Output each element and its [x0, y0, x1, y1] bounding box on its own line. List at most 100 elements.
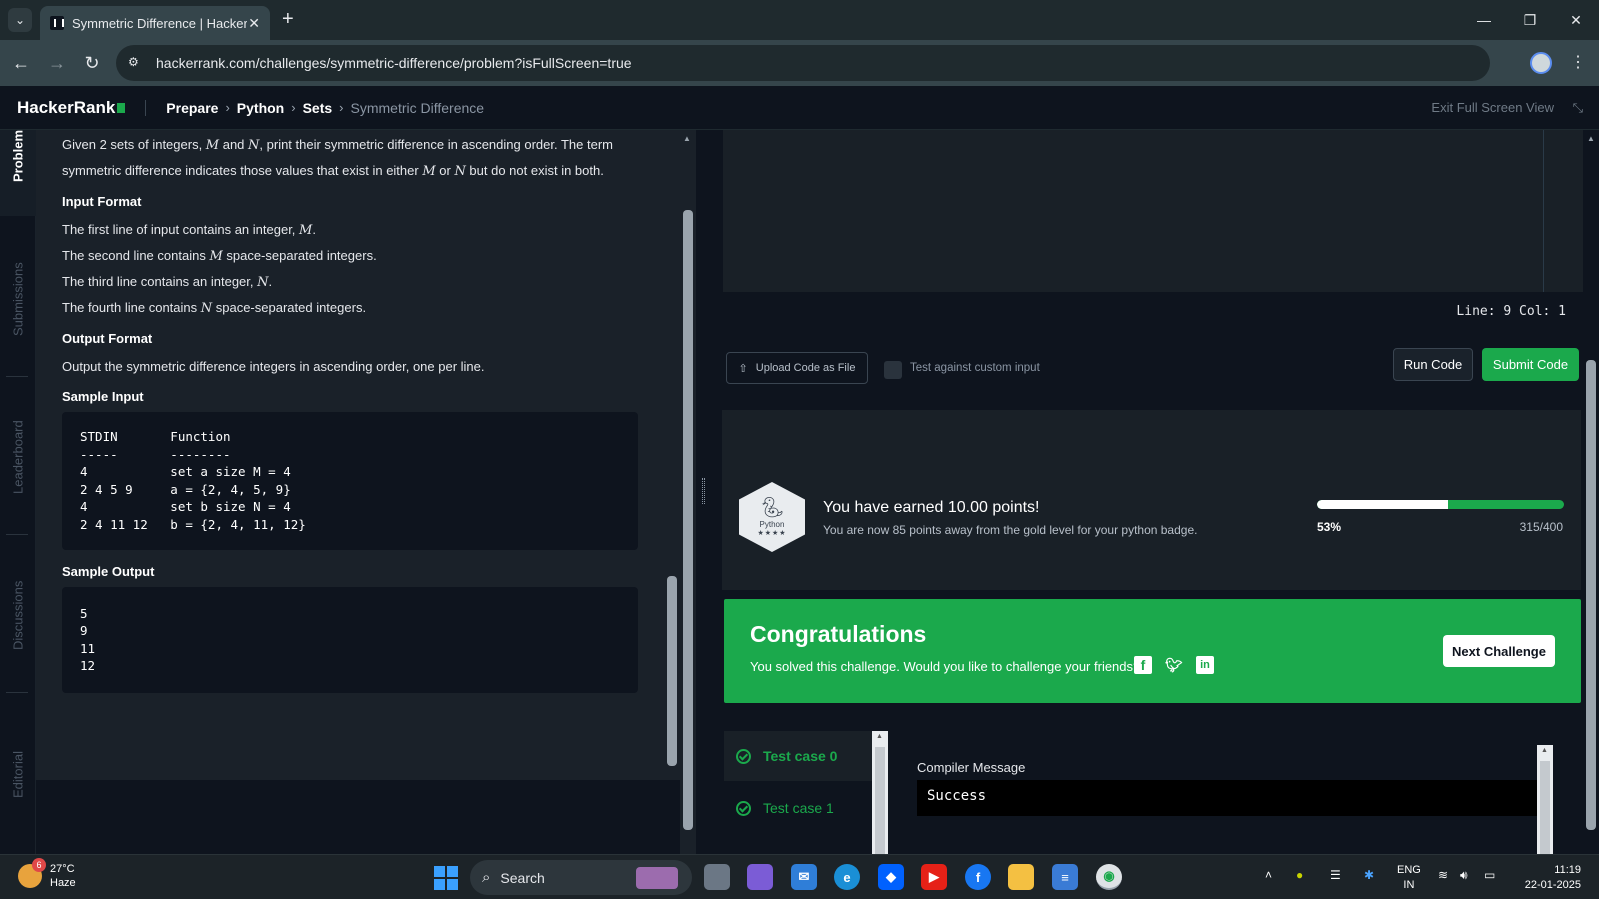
- breadcrumb-prepare[interactable]: Prepare: [166, 100, 218, 116]
- upload-icon: ⇧: [738, 362, 748, 375]
- header-divider: [145, 99, 147, 116]
- browser-menu-icon[interactable]: ⋮: [1570, 52, 1586, 72]
- scrollbar-thumb[interactable]: [875, 747, 885, 857]
- hackerrank-header: HackerRank Prepare › Python › Sets › Sym…: [0, 86, 1599, 130]
- vnav-submissions[interactable]: Submissions: [0, 240, 36, 358]
- scroll-down-icon[interactable]: ▼: [1587, 822, 1595, 831]
- volume-icon[interactable]: 🔊︎: [1460, 868, 1468, 883]
- check-circle-icon: [736, 800, 751, 816]
- scroll-down-icon[interactable]: ▼: [683, 822, 691, 831]
- windows-start-icon[interactable]: [434, 866, 458, 890]
- vnav-discussions[interactable]: Discussions: [0, 550, 36, 680]
- dropbox-icon[interactable]: ◆: [878, 864, 904, 890]
- task-view-icon[interactable]: [704, 864, 730, 890]
- input-format-heading: Input Format: [62, 194, 142, 209]
- custom-input-label[interactable]: Test against custom input: [910, 362, 1040, 374]
- back-button[interactable]: ←: [9, 51, 33, 75]
- code-editor[interactable]: [723, 130, 1585, 292]
- weather-widget[interactable]: 6 27°C Haze: [18, 858, 76, 890]
- exit-fullscreen-link[interactable]: Exit Full Screen View: [1431, 100, 1554, 115]
- submit-code-button[interactable]: Submit Code: [1482, 348, 1579, 381]
- minimize-button[interactable]: —: [1461, 0, 1507, 40]
- facebook-share-icon[interactable]: f: [1134, 656, 1152, 674]
- pane-splitter[interactable]: [697, 130, 709, 854]
- congratulations-banner: Congratulations You solved this challeng…: [724, 599, 1581, 703]
- output-scrollbar[interactable]: ▲: [1537, 745, 1553, 856]
- editor-status-bar: Line: 9 Col: 1: [722, 292, 1584, 328]
- test-case-tab[interactable]: Test case 1: [724, 783, 872, 833]
- browser-tab[interactable]: Symmetric Difference | HackerRank ✕: [40, 6, 270, 40]
- progress-fill: [1317, 500, 1448, 509]
- scroll-up-icon[interactable]: ▲: [1541, 747, 1548, 754]
- twitter-share-icon[interactable]: 🐦︎: [1165, 656, 1183, 674]
- breadcrumb-sets[interactable]: Sets: [303, 100, 333, 116]
- test-case-scrollbar[interactable]: ▲: [872, 731, 888, 857]
- tray-overflow-icon[interactable]: ˄: [1265, 868, 1272, 882]
- notification-badge: 6: [32, 858, 46, 872]
- run-code-button[interactable]: Run Code: [1393, 348, 1473, 381]
- scrollbar-thumb[interactable]: [683, 210, 693, 830]
- profile-avatar[interactable]: [1530, 52, 1552, 74]
- copilot-icon[interactable]: [747, 864, 773, 890]
- output-format-text: Output the symmetric difference integers…: [62, 359, 485, 374]
- vnav-problem[interactable]: Problem: [0, 130, 36, 216]
- scroll-up-icon[interactable]: ▲: [1587, 134, 1595, 143]
- vnav-editorial[interactable]: Editorial: [0, 720, 36, 830]
- site-info-icon[interactable]: ⚙: [128, 55, 144, 71]
- sample-output-heading: Sample Output: [62, 563, 155, 579]
- problem-scrollbar[interactable]: [664, 130, 680, 780]
- file-explorer-icon[interactable]: [1008, 864, 1034, 890]
- facebook-app-icon[interactable]: f: [965, 864, 991, 890]
- url-text[interactable]: hackerrank.com/challenges/symmetric-diff…: [156, 55, 632, 71]
- forward-button[interactable]: →: [45, 51, 69, 75]
- vnav-leaderboard[interactable]: Leaderboard: [0, 392, 36, 522]
- tray-media-icon[interactable]: ☰: [1330, 868, 1341, 882]
- taskbar-search[interactable]: ⌕ Search: [470, 860, 692, 895]
- chrome-icon[interactable]: ◉: [1096, 864, 1122, 890]
- close-tab-icon[interactable]: ✕: [248, 15, 260, 32]
- scrollbar-thumb[interactable]: [667, 576, 677, 766]
- wifi-icon[interactable]: ≋: [1438, 868, 1448, 882]
- compiler-message-output: Success: [917, 780, 1537, 816]
- reload-button[interactable]: ↻: [80, 51, 104, 75]
- left-pane-scrollbar[interactable]: ▲ ▼: [680, 130, 696, 854]
- scroll-up-icon[interactable]: ▲: [683, 134, 691, 143]
- test-case-tab[interactable]: Test case 0: [724, 731, 872, 781]
- close-window-button[interactable]: ✕: [1553, 0, 1599, 40]
- url-omnibox[interactable]: ⚙ hackerrank.com/challenges/symmetric-di…: [116, 45, 1599, 899]
- chevron-right-icon: ›: [225, 100, 230, 115]
- battery-icon[interactable]: ▭: [1484, 868, 1495, 882]
- vertical-nav: Problem Submissions Leaderboard Discussi…: [0, 130, 36, 854]
- edge-icon[interactable]: e: [834, 864, 860, 890]
- hackerrank-logo[interactable]: HackerRank: [17, 98, 126, 118]
- progress-score: 315/400: [1519, 520, 1563, 534]
- badge-stars: ★★★★: [757, 529, 787, 537]
- language-indicator[interactable]: ENG IN: [1397, 863, 1421, 893]
- tab-search-button[interactable]: ⌄: [8, 8, 32, 32]
- bluetooth-icon[interactable]: ✱: [1364, 868, 1374, 882]
- youtube-icon[interactable]: ▶: [921, 864, 947, 890]
- restore-button[interactable]: ❐: [1507, 0, 1553, 40]
- scrollbar-thumb[interactable]: [1586, 360, 1596, 830]
- next-challenge-button[interactable]: Next Challenge: [1443, 635, 1555, 667]
- page-scrollbar[interactable]: ▲ ▼: [1583, 130, 1599, 854]
- chevron-right-icon: ›: [339, 100, 344, 115]
- collapse-icon[interactable]: ⤡: [1573, 100, 1583, 116]
- test-case-list: Test case 0 Test case 1: [724, 731, 872, 854]
- mail-icon[interactable]: ✉: [791, 864, 817, 890]
- new-tab-button[interactable]: +: [282, 8, 294, 31]
- scrollbar-thumb[interactable]: [1540, 761, 1550, 856]
- notepad-icon[interactable]: ≡: [1052, 864, 1078, 890]
- custom-input-checkbox[interactable]: [884, 361, 902, 379]
- tray-app-icon[interactable]: ●: [1296, 868, 1303, 882]
- sample-output-code: 5 9 11 12: [62, 586, 638, 693]
- progress-percent: 53%: [1317, 520, 1342, 534]
- linkedin-share-icon[interactable]: in: [1196, 656, 1214, 674]
- system-clock[interactable]: 11:19 22-01-2025: [1517, 863, 1581, 893]
- drag-handle-icon[interactable]: [702, 478, 705, 504]
- upload-code-button[interactable]: ⇧ Upload Code as File: [726, 352, 868, 384]
- compiler-message-label: Compiler Message: [917, 760, 1026, 775]
- vnav-divider: [6, 534, 28, 535]
- scroll-up-icon[interactable]: ▲: [876, 733, 883, 740]
- breadcrumb-python[interactable]: Python: [237, 100, 284, 116]
